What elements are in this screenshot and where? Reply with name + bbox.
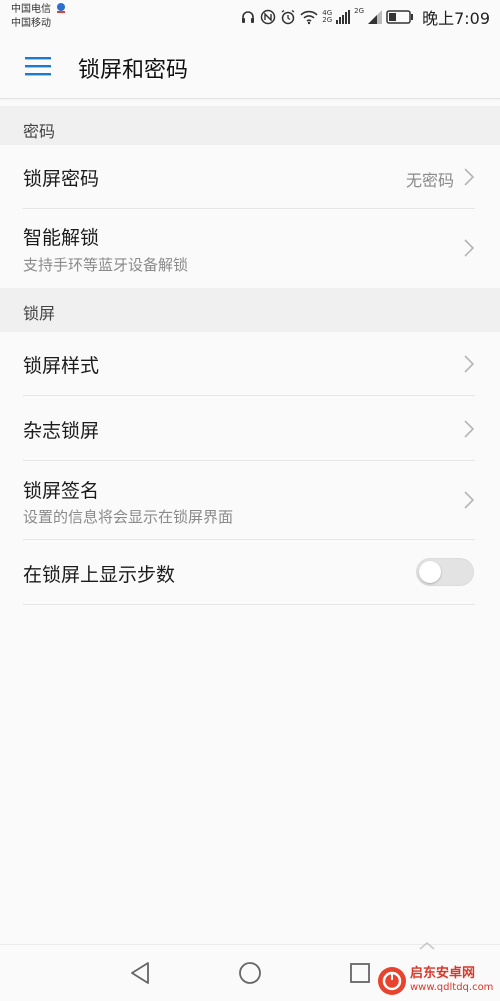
recents-button[interactable]	[346, 959, 374, 987]
chevron-right-icon	[464, 239, 475, 257]
status-icons: 4G 2G 2G 晚上7:09	[240, 6, 490, 28]
section-header-label: 锁屏	[23, 304, 56, 323]
expand-up-icon[interactable]	[418, 941, 436, 951]
setting-lock-screen-style[interactable]: 锁屏样式	[0, 332, 500, 396]
headphones-icon	[242, 11, 255, 23]
watermark-url: www.qdltdq.com	[410, 982, 494, 993]
carrier-info: 中国电信 中国移动	[11, 3, 67, 31]
item-title: 锁屏密码	[23, 168, 100, 190]
setting-magazine-unlock[interactable]: 杂志锁屏	[0, 396, 500, 461]
item-value: 无密码	[405, 171, 454, 190]
section-header-password: 密码	[0, 106, 500, 150]
setting-show-steps-on-lock-screen: 在锁屏上显示步数	[0, 540, 500, 605]
network-2g-label-a: 2G	[322, 16, 333, 24]
app-header: 锁屏和密码	[0, 34, 500, 99]
status-clock: 晚上7:09	[422, 9, 490, 28]
watermark-logo-icon	[378, 967, 406, 995]
hamburger-menu-icon	[25, 57, 51, 76]
home-circle-icon	[239, 962, 261, 984]
nfc-icon	[261, 9, 276, 25]
item-subtitle: 设置的信息将会显示在锁屏界面	[23, 508, 234, 526]
signal-strength-icon-1	[336, 10, 351, 24]
chevron-right-icon	[464, 168, 475, 186]
home-button[interactable]	[236, 959, 264, 987]
page-title: 锁屏和密码	[78, 58, 189, 83]
setting-lock-screen-signature[interactable]: 锁屏签名 设置的信息将会显示在锁屏界面	[0, 461, 500, 540]
divider	[23, 604, 475, 605]
setting-smart-unlock[interactable]: 智能解锁 支持手环等蓝牙设备解锁	[0, 209, 500, 288]
battery-icon	[386, 10, 414, 24]
back-triangle-icon	[131, 962, 149, 984]
alarm-icon	[281, 9, 295, 25]
wifi-icon	[300, 10, 318, 25]
site-watermark: 启东安卓网 www.qdltdq.com	[378, 964, 496, 998]
item-title: 锁屏样式	[23, 355, 100, 377]
chevron-right-icon	[464, 355, 475, 373]
watermark-name: 启东安卓网	[410, 966, 476, 981]
item-title: 在锁屏上显示步数	[23, 564, 176, 586]
setting-lock-screen-password[interactable]: 锁屏密码 无密码	[0, 145, 500, 209]
item-title: 锁屏签名	[23, 480, 100, 502]
network-type: 4G 2G	[322, 10, 332, 24]
carrier-1-label: 中国电信	[11, 4, 51, 15]
menu-button[interactable]	[17, 48, 59, 84]
chevron-right-icon	[464, 420, 475, 438]
item-title: 智能解锁	[23, 227, 100, 249]
section-header-label: 密码	[23, 122, 56, 141]
toggle-knob	[419, 561, 441, 583]
item-title: 杂志锁屏	[23, 420, 100, 442]
item-subtitle: 支持手环等蓝牙设备解锁	[23, 256, 189, 274]
back-button[interactable]	[126, 959, 154, 987]
network-2g-label-b: 2G	[354, 7, 365, 15]
recents-square-icon	[350, 963, 370, 983]
hd-badge-icon	[55, 2, 67, 14]
chevron-right-icon	[464, 491, 475, 509]
status-bar: 中国电信 中国移动 4G 2G 2G 晚上7:09	[0, 0, 500, 34]
section-header-lock-screen: 锁屏	[0, 288, 500, 332]
show-steps-toggle[interactable]	[416, 558, 474, 586]
signal-strength-icon-2	[368, 10, 383, 24]
carrier-2-label: 中国移动	[11, 18, 51, 29]
